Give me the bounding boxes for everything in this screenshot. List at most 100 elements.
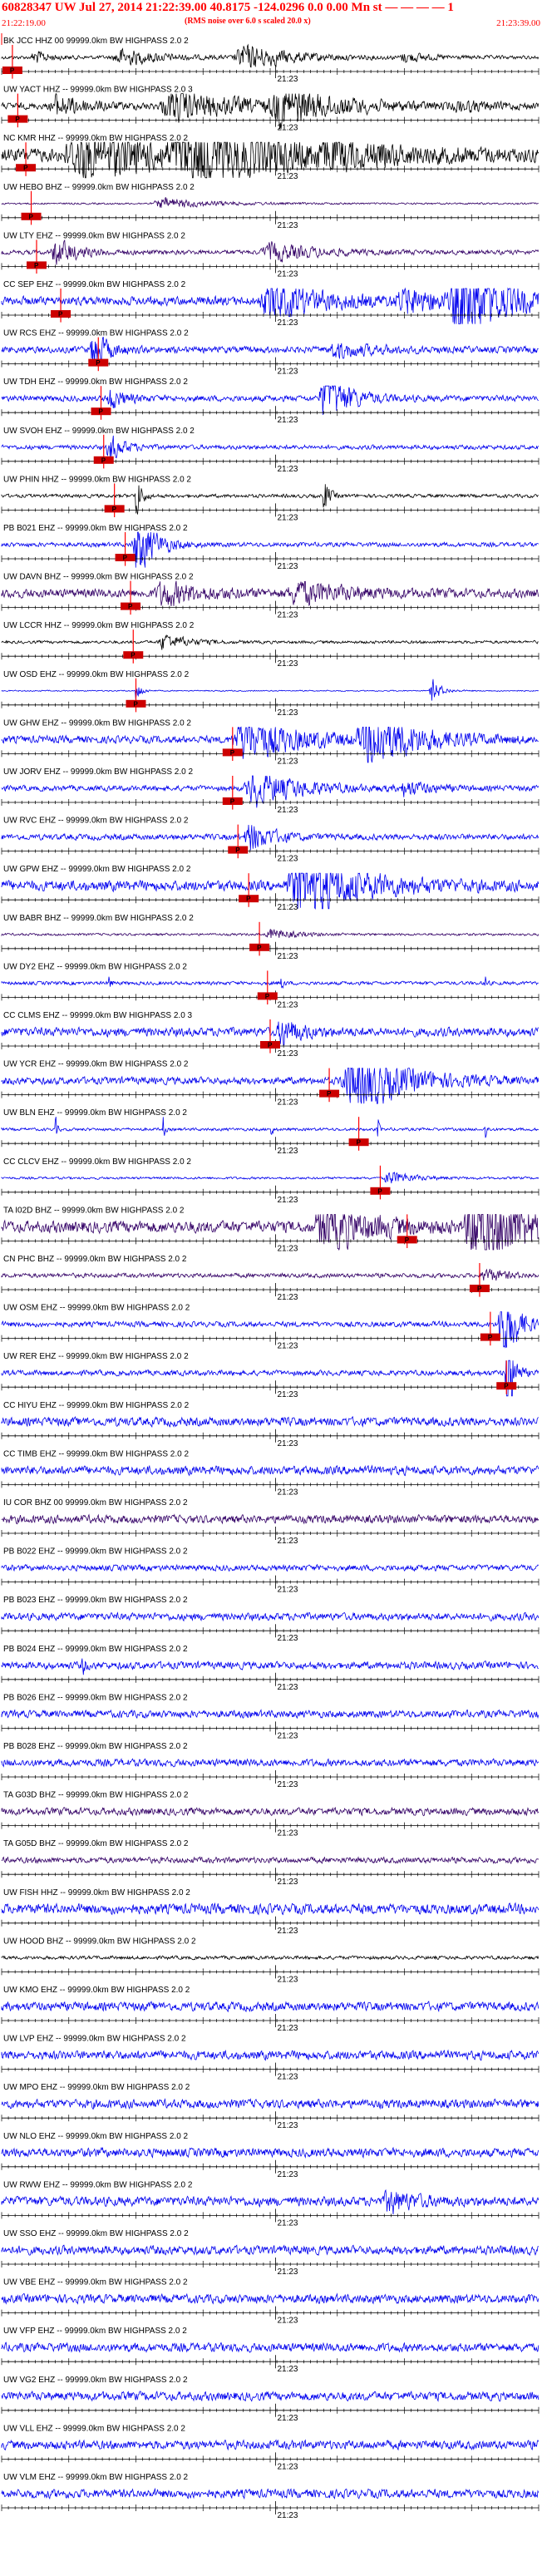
minute-label: 21:23 — [277, 1390, 298, 1399]
trace-row: UW OSD EHZ -- 99999.0km BW HIGHPASS 2.0 … — [1, 670, 540, 718]
channel-label: CN PHC BHZ -- 99999.0km BW HIGHPASS 2.0 … — [3, 1255, 187, 1264]
trace-row: UW VBE EHZ -- 99999.0km BW HIGHPASS 2.0 … — [1, 2278, 540, 2326]
waveform — [1, 1658, 539, 1675]
waveform — [1, 726, 539, 763]
trace-row: UW NLO EHZ -- 99999.0km BW HIGHPASS 2.0 … — [1, 2132, 540, 2179]
minute-label: 21:23 — [277, 465, 298, 474]
minute-label: 21:23 — [277, 1683, 298, 1692]
trace-row: UW BABR BHZ -- 99999.0km BW HIGHPASS 2.0… — [1, 914, 540, 961]
rms-note: (RMS noise over 6.0 s scaled 20.0 x) — [185, 17, 311, 26]
minute-label: 21:23 — [277, 124, 298, 133]
minute-label: 21:23 — [277, 611, 298, 620]
trace-row: UW VLM EHZ -- 99999.0km BW HIGHPASS 2.0 … — [1, 2473, 540, 2520]
trace-row: UW VG2 EHZ -- 99999.0km BW HIGHPASS 2.0 … — [1, 2376, 540, 2423]
waveform — [1, 1360, 540, 1397]
minute-label: 21:23 — [277, 2462, 298, 2471]
channel-label: IU COR BHZ 00 99999.0km BW HIGHPASS 2.0 … — [3, 1498, 188, 1508]
minute-label: 21:23 — [277, 952, 298, 961]
waveform — [1, 1856, 540, 1864]
trace-row: CC SEP EHZ -- 99999.0km BW HIGHPASS 2.0 … — [1, 280, 540, 328]
channel-label: CC CLMS EHZ -- 99999.0km BW HIGHPASS 2.0… — [3, 1011, 193, 1020]
waveform — [1, 634, 539, 650]
phase-pick-label: P — [327, 1090, 332, 1098]
channel-label: UW HOOD BHZ -- 99999.0km BW HIGHPASS 2.0… — [3, 1937, 196, 1946]
phase-pick-label: P — [268, 1042, 273, 1049]
waveform — [1, 1415, 540, 1428]
phase-pick-label: P — [23, 165, 28, 172]
minute-label: 21:23 — [277, 1196, 298, 1205]
minute-label: 21:23 — [277, 659, 298, 669]
channel-label: UW SSO EHZ -- 99999.0km BW HIGHPASS 2.0 … — [3, 2229, 189, 2238]
minute-label: 21:23 — [277, 2073, 298, 2082]
phase-pick-label: P — [58, 311, 63, 318]
channel-label: UW GHW EHZ -- 99999.0km BW HIGHPASS 2.0 … — [3, 718, 191, 728]
phase-pick-label: P — [235, 846, 240, 854]
trace-row: BK JCC HHZ 00 99999.0km BW HIGHPASS 2.0 … — [1, 37, 540, 84]
trace-row: UW LCCR HHZ -- 99999.0km BW HIGHPASS 2.0… — [1, 621, 540, 669]
minute-label: 21:23 — [277, 1927, 298, 1936]
phase-pick-label: P — [477, 1286, 482, 1293]
minute-label: 21:23 — [277, 1293, 298, 1302]
channel-label: UW FISH HHZ -- 99999.0km BW HIGHPASS 2.0… — [3, 1888, 190, 1897]
phase-pick-label: P — [230, 749, 235, 757]
minute-label: 21:23 — [277, 1439, 298, 1448]
channel-label: UW LCCR HHZ -- 99999.0km BW HIGHPASS 2.0… — [3, 621, 195, 630]
minute-label: 21:23 — [277, 2511, 298, 2520]
phase-pick-label: P — [504, 1383, 509, 1390]
trace-row: PB B022 EHZ -- 99999.0km BW HIGHPASS 2.0… — [1, 1547, 540, 1595]
minute-label: 21:23 — [277, 416, 298, 425]
waveform — [1, 1611, 540, 1622]
phase-pick-label: P — [257, 944, 262, 951]
waveform — [1, 679, 539, 701]
channel-label: UW KMO EHZ -- 99999.0km BW HIGHPASS 2.0 … — [3, 1986, 190, 1995]
waveform — [1, 872, 540, 910]
minute-label: 21:23 — [277, 1780, 298, 1789]
waveform — [1, 2292, 540, 2305]
minute-label: 21:23 — [277, 368, 298, 377]
waveform — [1, 2390, 540, 2402]
waveform — [1, 1464, 540, 1477]
minute-label: 21:23 — [277, 1634, 298, 1643]
phase-pick-label: P — [134, 700, 139, 708]
minute-label: 21:23 — [277, 2121, 298, 2130]
waveform — [1, 2146, 540, 2159]
minute-label: 21:23 — [277, 2170, 298, 2179]
channel-label: UW YCR EHZ -- 99999.0km BW HIGHPASS 2.0 … — [3, 1060, 189, 1069]
channel-label: UW MPO EHZ -- 99999.0km BW HIGHPASS 2.0 … — [3, 2083, 190, 2092]
waveform — [1, 1268, 540, 1281]
channel-label: PB B026 EHZ -- 99999.0km BW HIGHPASS 2.0… — [3, 1693, 188, 1702]
minute-label: 21:23 — [277, 1000, 298, 1009]
trace-row: PB B021 EHZ -- 99999.0km BW HIGHPASS 2.0… — [1, 524, 540, 571]
minute-label: 21:23 — [277, 757, 298, 766]
trace-row: UW DAVN BHZ -- 99999.0km BW HIGHPASS 2.0… — [1, 573, 540, 620]
minute-label: 21:23 — [277, 1488, 298, 1497]
channel-label: TA G03D BHZ -- 99999.0km BW HIGHPASS 2.0… — [3, 1791, 189, 1800]
channel-label: PB B028 EHZ -- 99999.0km BW HIGHPASS 2.0… — [3, 1742, 188, 1751]
phase-pick-label: P — [131, 652, 136, 659]
waveform — [1, 1117, 540, 1138]
channel-label: UW BLN EHZ -- 99999.0km BW HIGHPASS 2.0 … — [3, 1108, 187, 1118]
trace-row: NC KMR HHZ -- 99999.0km BW HIGHPASS 2.0 … — [1, 134, 540, 181]
channel-label: UW NLO EHZ -- 99999.0km BW HIGHPASS 2.0 … — [3, 2132, 189, 2141]
channel-label: UW VG2 EHZ -- 99999.0km BW HIGHPASS 2.0 … — [3, 2376, 188, 2385]
trace-row: UW DY2 EHZ -- 99999.0km BW HIGHPASS 2.0 … — [1, 962, 540, 1009]
minute-label: 21:23 — [277, 1342, 298, 1351]
trace-row: UW FISH HHZ -- 99999.0km BW HIGHPASS 2.0… — [1, 1888, 540, 1936]
trace-row: CC CLCV EHZ -- 99999.0km BW HIGHPASS 2.0… — [1, 1157, 540, 1205]
trace-row: UW RER EHZ -- 99999.0km BW HIGHPASS 2.0 … — [1, 1352, 540, 1399]
phase-pick-label: P — [112, 506, 117, 513]
minute-label: 21:23 — [277, 2218, 298, 2228]
channel-label: UW VLL EHZ -- 99999.0km BW HIGHPASS 2.0 … — [3, 2424, 185, 2433]
waveform — [1, 2049, 540, 2061]
phase-pick-label: P — [101, 456, 106, 464]
channel-label: NC KMR HHZ -- 99999.0km BW HIGHPASS 2.0 … — [3, 134, 189, 143]
channel-label: TA I02D BHZ -- 99999.0km BW HIGHPASS 2.0… — [3, 1206, 185, 1215]
trace-row: UW KMO EHZ -- 99999.0km BW HIGHPASS 2.0 … — [1, 1986, 540, 2033]
trace-row: TA G05D BHZ -- 99999.0km BW HIGHPASS 2.0… — [1, 1839, 540, 1887]
trace-row: TA I02D BHZ -- 99999.0km BW HIGHPASS 2.0… — [1, 1206, 540, 1253]
channel-label: TA G05D BHZ -- 99999.0km BW HIGHPASS 2.0… — [3, 1839, 189, 1848]
waveform — [1, 43, 540, 68]
plot-header: 60828347 UW Jul 27, 2014 21:22:39.00 40.… — [0, 0, 542, 33]
minute-label: 21:23 — [277, 1244, 298, 1253]
waveform — [1, 2439, 540, 2451]
